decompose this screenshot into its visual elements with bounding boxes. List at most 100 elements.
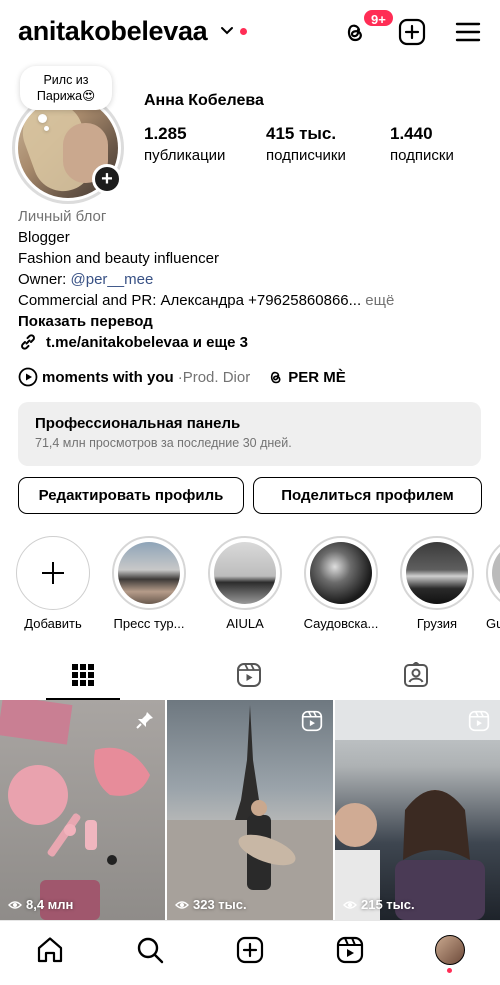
highlight-press-tour[interactable]: Пресс тур... [110, 536, 188, 631]
highlight-label: Добавить [24, 616, 82, 631]
reels-nav-icon[interactable] [335, 935, 365, 965]
plus-icon [42, 562, 64, 584]
post-thumbnail [167, 705, 333, 920]
bio-external-link-label: t.me/anitakobelevaa и еще 3 [46, 333, 248, 351]
stat-followers-label: подписчики [266, 147, 346, 164]
bio-commercial-text: Commercial and PR: Александра +796258608… [18, 292, 362, 309]
post-views: 8,4 млн [8, 897, 73, 912]
highlight-add-ring [16, 536, 90, 610]
notification-badge: 9+ [362, 8, 395, 28]
add-post-icon[interactable] [398, 18, 426, 46]
professional-dashboard[interactable]: Профессиональная панель 71,4 млн просмот… [18, 402, 481, 466]
reels-icon [301, 710, 323, 732]
post-tile[interactable]: 8,4 млн [0, 700, 165, 920]
show-translation-link[interactable]: Показать перевод [18, 311, 488, 332]
menu-icon[interactable] [454, 18, 482, 46]
highlight-label: Пресс тур... [113, 616, 185, 631]
bio-owner-prefix: Owner: [18, 271, 71, 288]
highlight-ring [486, 536, 500, 610]
reels-icon [468, 710, 490, 732]
highlight-cover [406, 542, 468, 604]
stat-posts[interactable]: 1.285 публикации [144, 124, 225, 164]
threads-profile-name: PER MÈ [288, 368, 346, 386]
post-views-count: 215 тыс. [361, 897, 415, 912]
profile-activity-dot [447, 968, 452, 973]
owner-mention-link[interactable]: @per__mee [71, 271, 154, 288]
note-bubble-tail-small [44, 126, 49, 131]
post-views-count: 323 тыс. [193, 897, 247, 912]
stat-following-value: 1.440 [390, 124, 433, 143]
highlight-cover [310, 542, 372, 604]
link-icon [21, 334, 35, 350]
bio-owner: Owner: @per__mee [18, 269, 488, 290]
username[interactable]: anitakobelevaa [18, 16, 208, 47]
edit-profile-button[interactable]: Редактировать профиль [18, 477, 244, 514]
highlight-ring [400, 536, 474, 610]
full-name: Анна Кобелева [144, 92, 264, 109]
post-tile[interactable]: 215 тыс. [335, 700, 500, 920]
stat-followers[interactable]: 415 тыс. подписчики [266, 124, 346, 164]
highlight-partial[interactable]: Gu [486, 536, 500, 631]
bio: Личный блог Blogger Fashion and beauty i… [18, 206, 488, 332]
tagged-tab-icon[interactable] [403, 662, 429, 688]
bio-commercial: Commercial and PR: Александра +796258608… [18, 290, 488, 311]
create-post-icon[interactable] [235, 935, 265, 965]
highlight-ring [304, 536, 378, 610]
grid-tab-icon[interactable] [70, 662, 96, 688]
highlight-ring [112, 536, 186, 610]
eye-icon [175, 900, 189, 909]
play-icon [18, 367, 38, 387]
post-views: 215 тыс. [343, 897, 415, 912]
highlight-label: Gu [486, 616, 500, 631]
profile-tabs [0, 654, 500, 700]
threads-small-icon [271, 371, 281, 384]
stat-posts-value: 1.285 [144, 124, 187, 143]
search-icon[interactable] [135, 935, 165, 965]
music-artist: Prod. Dior [182, 368, 251, 386]
stat-followers-value: 415 тыс. [266, 124, 337, 143]
post-tile[interactable]: 323 тыс. [167, 700, 333, 920]
share-profile-button[interactable]: Поделиться профилем [253, 477, 482, 514]
dashboard-subtitle: 71,4 млн просмотров за последние 30 дней… [35, 436, 292, 450]
eye-icon [8, 900, 22, 909]
bio-line: Fashion and beauty influencer [18, 250, 219, 267]
highlight-saudi[interactable]: Саудовска... [302, 536, 380, 631]
add-story-button[interactable]: + [92, 164, 122, 194]
chevron-down-icon[interactable] [220, 24, 234, 38]
eye-icon [343, 900, 357, 909]
bio-more-link[interactable]: ещё [361, 292, 394, 309]
highlight-label: AIULA [226, 616, 264, 631]
reels-tab-icon[interactable] [236, 662, 262, 688]
highlight-aiula[interactable]: AIULA [206, 536, 284, 631]
post-views-count: 8,4 млн [26, 897, 74, 912]
stat-following[interactable]: 1.440 подписки [390, 124, 454, 164]
post-thumbnail [335, 700, 500, 920]
dashboard-title: Профессиональная панель [35, 415, 241, 432]
post-thumbnail [0, 700, 150, 920]
note-bubble[interactable]: Рилс из Парижа😍 [20, 66, 112, 110]
note-bubble-tail [38, 114, 47, 123]
music-song: moments with you [42, 368, 174, 386]
pin-icon [136, 712, 153, 729]
bottom-navigation [0, 920, 500, 985]
music-row[interactable]: moments with you · Prod. Dior PER MÈ [18, 367, 346, 387]
posts-grid: 8,4 млн 323 тыс. 215 тыс. [0, 700, 500, 920]
highlight-cover [492, 542, 500, 604]
highlight-label: Грузия [416, 616, 458, 631]
highlight-georgia[interactable]: Грузия [398, 536, 476, 631]
bio-line: Blogger [18, 229, 70, 246]
highlight-label: Саудовска... [303, 616, 379, 631]
home-icon[interactable] [35, 935, 65, 965]
bio-category: Личный блог [18, 208, 107, 225]
bio-external-link[interactable]: t.me/anitakobelevaa и еще 3 [18, 332, 248, 352]
highlight-ring [208, 536, 282, 610]
profile-nav-avatar[interactable] [435, 935, 465, 965]
stat-posts-label: публикации [144, 147, 226, 164]
highlight-add[interactable]: Добавить [14, 536, 92, 631]
unread-dot [240, 28, 247, 35]
highlight-cover [118, 542, 180, 604]
post-views: 323 тыс. [175, 897, 247, 912]
profile-header: anitakobelevaa 9+ [0, 0, 500, 64]
stat-following-label: подписки [390, 147, 454, 164]
highlight-cover [214, 542, 276, 604]
